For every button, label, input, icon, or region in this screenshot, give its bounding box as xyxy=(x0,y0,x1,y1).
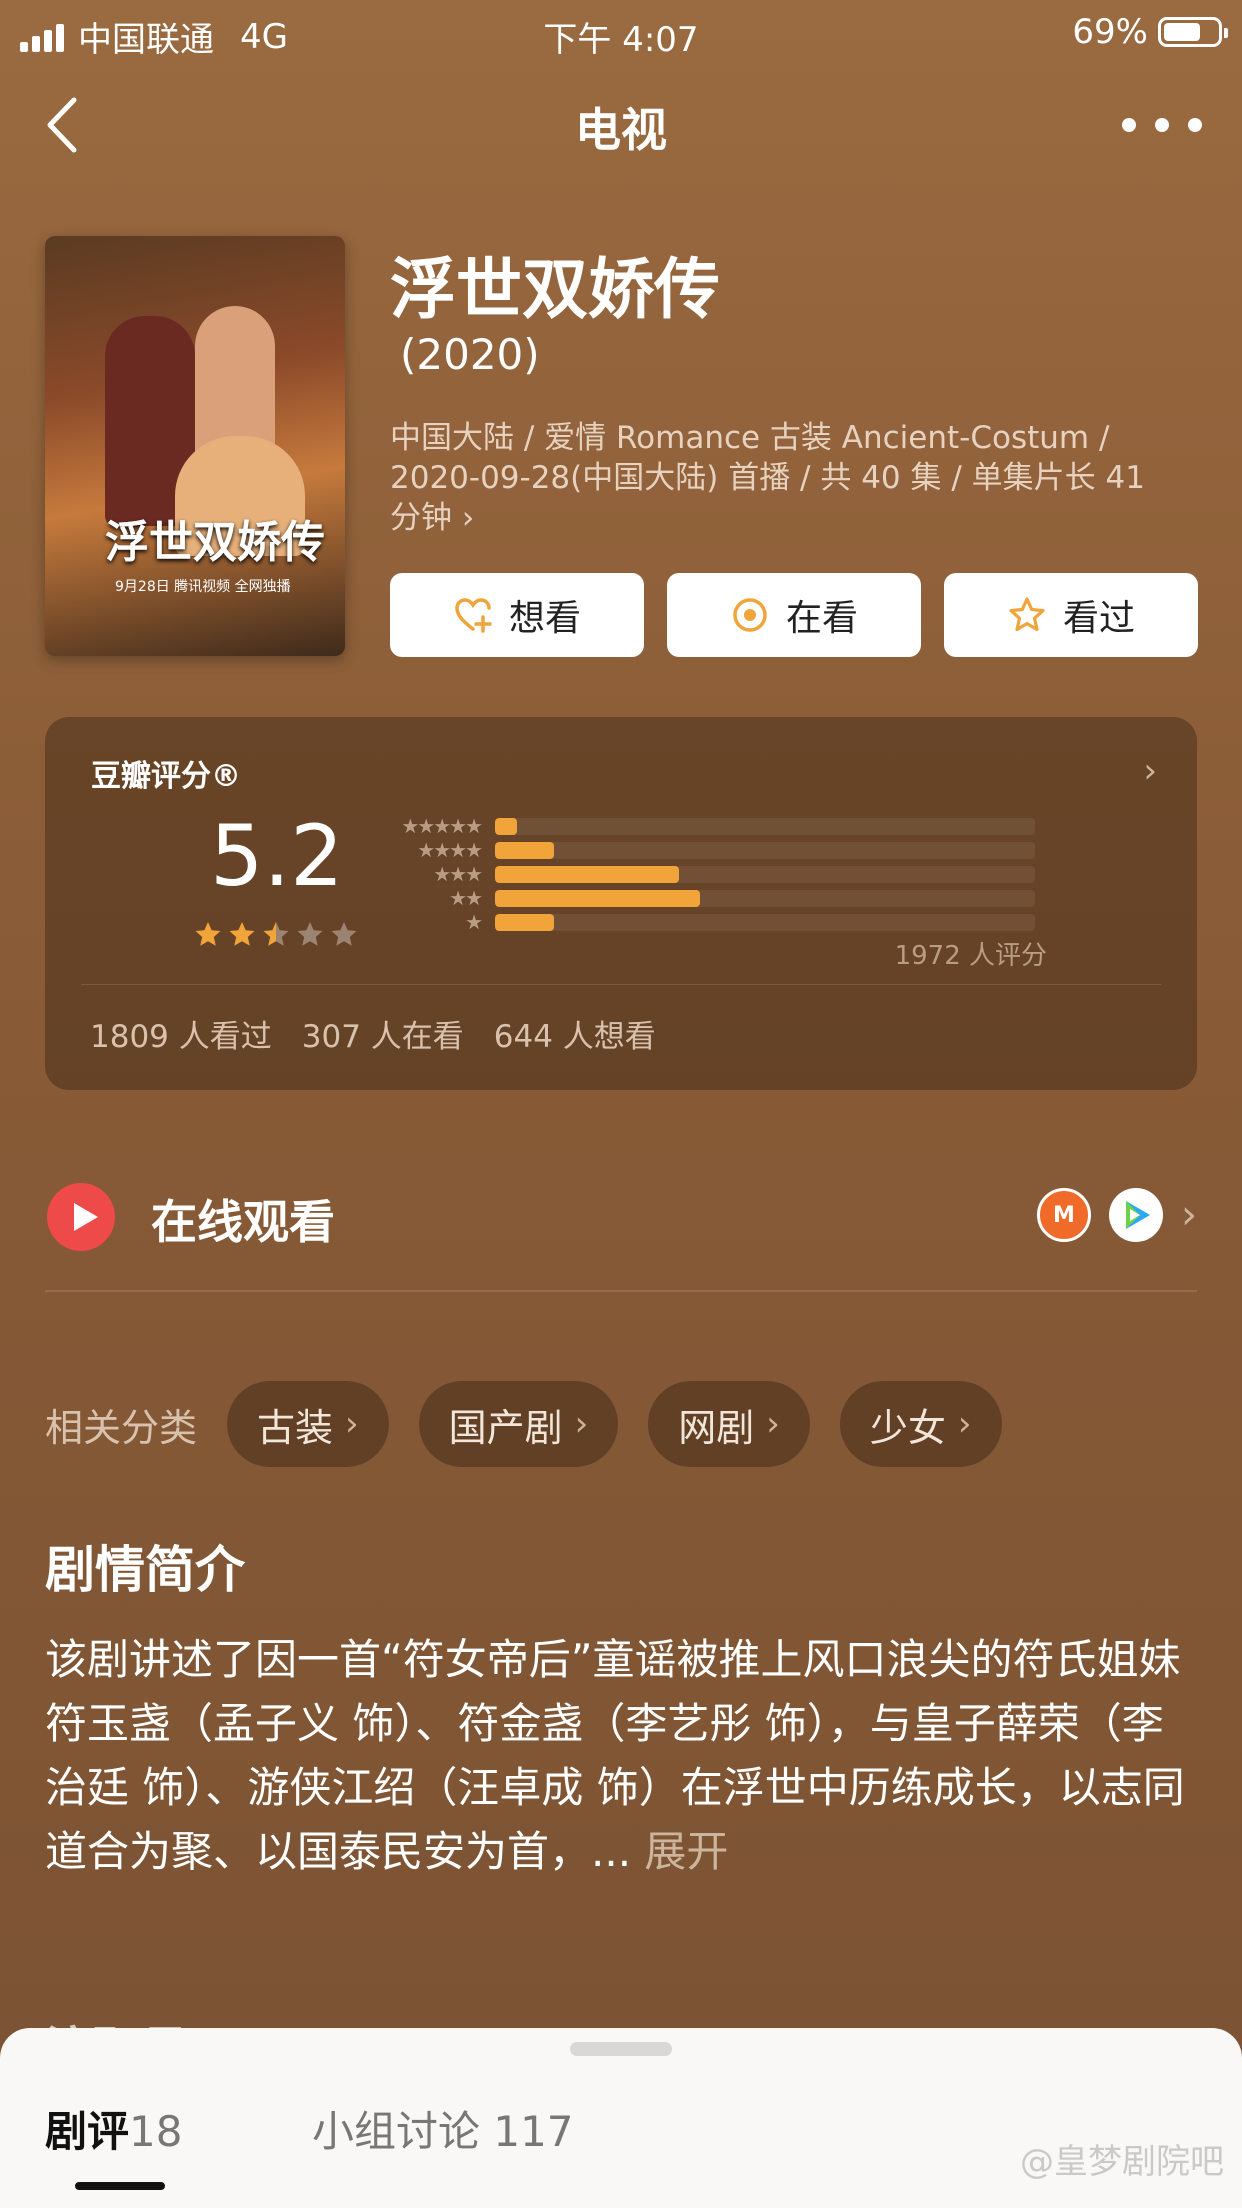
star-icon xyxy=(263,922,289,946)
want-button[interactable]: 想看 xyxy=(390,573,644,657)
watched-button[interactable]: 看过 xyxy=(944,573,1198,657)
watched-label: 看过 xyxy=(1062,598,1135,639)
chip-label: 古装 xyxy=(257,1405,334,1450)
star-outline-icon xyxy=(1009,597,1045,632)
tab-reviews-count: 18 xyxy=(129,2107,183,2156)
distribution-stars: ★★★ xyxy=(433,862,483,886)
rating-stats: 1809 人看过 307 人在看 644 人想看 xyxy=(90,1011,656,1056)
status-right: 69% xyxy=(1072,12,1228,52)
category-chip[interactable]: 古装 › xyxy=(227,1381,389,1467)
more-dots-icon[interactable] xyxy=(1122,90,1202,160)
distribution-bar xyxy=(495,889,701,907)
related-categories: 相关分类 古装 › 国产剧 › 网剧 › 少女 › xyxy=(45,1381,1002,1467)
show-meta[interactable]: 中国大陆 / 爱情 Romance 古装 Ancient-Costum / 20… xyxy=(390,418,1180,538)
status-time: 下午 4:07 xyxy=(543,20,699,60)
watching-count: 307 人在看 xyxy=(301,1019,464,1055)
synopsis-title: 剧情简介 xyxy=(45,1541,245,1599)
chevron-right-icon: › xyxy=(1143,751,1157,791)
target-icon xyxy=(733,598,767,632)
rating-score: 5.2 xyxy=(210,807,344,905)
poster-caption: 9月28日 腾讯视频 全网独播 xyxy=(115,579,291,595)
distribution-stars: ★★★★★ xyxy=(401,814,483,838)
distribution-row: ★ xyxy=(385,910,1035,934)
nav-bar: 电视 xyxy=(0,80,1242,170)
chip-label: 少女 xyxy=(869,1405,946,1450)
play-icon xyxy=(47,1183,115,1251)
status-bar: 中国联通 4G 下午 4:07 69% xyxy=(0,0,1242,62)
heart-plus-icon xyxy=(455,598,492,633)
chevron-right-icon: › xyxy=(345,1404,359,1444)
star-icon xyxy=(297,922,323,946)
action-buttons: 想看 在看 看过 xyxy=(390,573,1198,657)
bottom-sheet[interactable]: 剧评18 小组讨论 117 @皇梦剧院吧 xyxy=(0,2028,1242,2208)
distribution-row: ★★ xyxy=(385,886,1035,910)
chevron-right-icon: › xyxy=(1181,1192,1197,1238)
watching-label: 在看 xyxy=(785,598,858,639)
tab-groups[interactable]: 小组讨论 117 xyxy=(312,2098,574,2159)
tab-indicator xyxy=(75,2182,165,2190)
synopsis-body: 该剧讲述了因一首“符女帝后”童谣被推上风口浪尖的符氏姐妹符玉盏（孟子义 饰）、符… xyxy=(45,1635,1185,1876)
want-count: 644 人想看 xyxy=(493,1019,656,1055)
distribution-track xyxy=(495,913,1035,931)
show-year: (2020) xyxy=(400,330,540,379)
chip-label: 国产剧 xyxy=(448,1405,563,1450)
chevron-right-icon: › xyxy=(574,1404,589,1444)
mango-tv-icon: M xyxy=(1037,1188,1091,1242)
chip-label: 网剧 xyxy=(678,1405,755,1450)
page-title: 电视 xyxy=(575,103,667,157)
distribution-bar xyxy=(495,913,555,931)
rating-distribution: ★★★★★ ★★★★ ★★★ ★★ ★ xyxy=(385,814,1035,934)
divider xyxy=(81,984,1161,985)
tab-reviews[interactable]: 剧评18 xyxy=(45,2098,182,2159)
related-label: 相关分类 xyxy=(45,1405,198,1450)
star-icon xyxy=(331,922,357,946)
rating-count: 1972 人评分 xyxy=(894,941,1047,971)
want-label: 想看 xyxy=(508,598,581,639)
divider xyxy=(45,1290,1197,1292)
show-title: 浮世双娇传 xyxy=(390,251,720,328)
rating-stars xyxy=(193,920,359,950)
distribution-stars: ★ xyxy=(465,910,483,934)
online-watch-label: 在线观看 xyxy=(151,1195,335,1249)
distribution-row: ★★★★ xyxy=(385,838,1035,862)
show-meta-text: 中国大陆 / 爱情 Romance 古装 Ancient-Costum / 20… xyxy=(390,420,1145,536)
rating-card[interactable]: 豆瓣评分® › 5.2 ★★★★★ ★★★★ ★★★ ★★ ★ 1972 人评分 180… xyxy=(45,717,1197,1090)
online-watch-row[interactable]: 在线观看 M › xyxy=(45,1178,1197,1258)
distribution-row: ★★★ xyxy=(385,862,1035,886)
battery-icon xyxy=(1158,17,1228,47)
battery-percent: 69% xyxy=(1072,12,1148,52)
distribution-bar xyxy=(495,841,555,859)
expand-link[interactable]: 展开 xyxy=(644,1827,728,1876)
distribution-track xyxy=(495,817,1035,835)
distribution-bar xyxy=(495,865,679,883)
star-icon xyxy=(195,922,221,946)
distribution-stars: ★★★★ xyxy=(417,838,483,862)
distribution-track xyxy=(495,841,1035,859)
poster-image[interactable]: 浮世双娇传 9月28日 腾讯视频 全网独播 xyxy=(45,236,345,656)
category-chip[interactable]: 国产剧 › xyxy=(418,1381,619,1467)
synopsis-text[interactable]: 该剧讲述了因一首“符女帝后”童谣被推上风口浪尖的符氏姐妹符玉盏（孟子义 饰）、符… xyxy=(45,1628,1205,1884)
category-chip[interactable]: 网剧 › xyxy=(648,1381,810,1467)
watched-count: 1809 人看过 xyxy=(90,1019,272,1055)
star-icon xyxy=(229,922,255,946)
rating-label: 豆瓣评分® xyxy=(91,759,241,794)
watermark: @皇梦剧院吧 xyxy=(1020,2142,1224,2182)
watching-button[interactable]: 在看 xyxy=(667,573,921,657)
distribution-row: ★★★★★ xyxy=(385,814,1035,838)
distribution-stars: ★★ xyxy=(449,886,483,910)
chevron-right-icon: › xyxy=(766,1404,780,1444)
platform-icons: M › xyxy=(1037,1188,1197,1242)
meta-arrow-icon: › xyxy=(461,500,475,536)
distribution-track xyxy=(495,889,1035,907)
drag-handle[interactable] xyxy=(570,2042,672,2056)
category-chip[interactable]: 少女 › xyxy=(839,1381,1002,1467)
chevron-right-icon: › xyxy=(957,1404,972,1444)
distribution-track xyxy=(495,865,1035,883)
tab-reviews-label: 剧评 xyxy=(45,2107,130,2156)
distribution-bar xyxy=(495,817,517,835)
poster-title: 浮世双娇传 xyxy=(105,517,325,568)
tencent-video-icon xyxy=(1109,1188,1163,1242)
